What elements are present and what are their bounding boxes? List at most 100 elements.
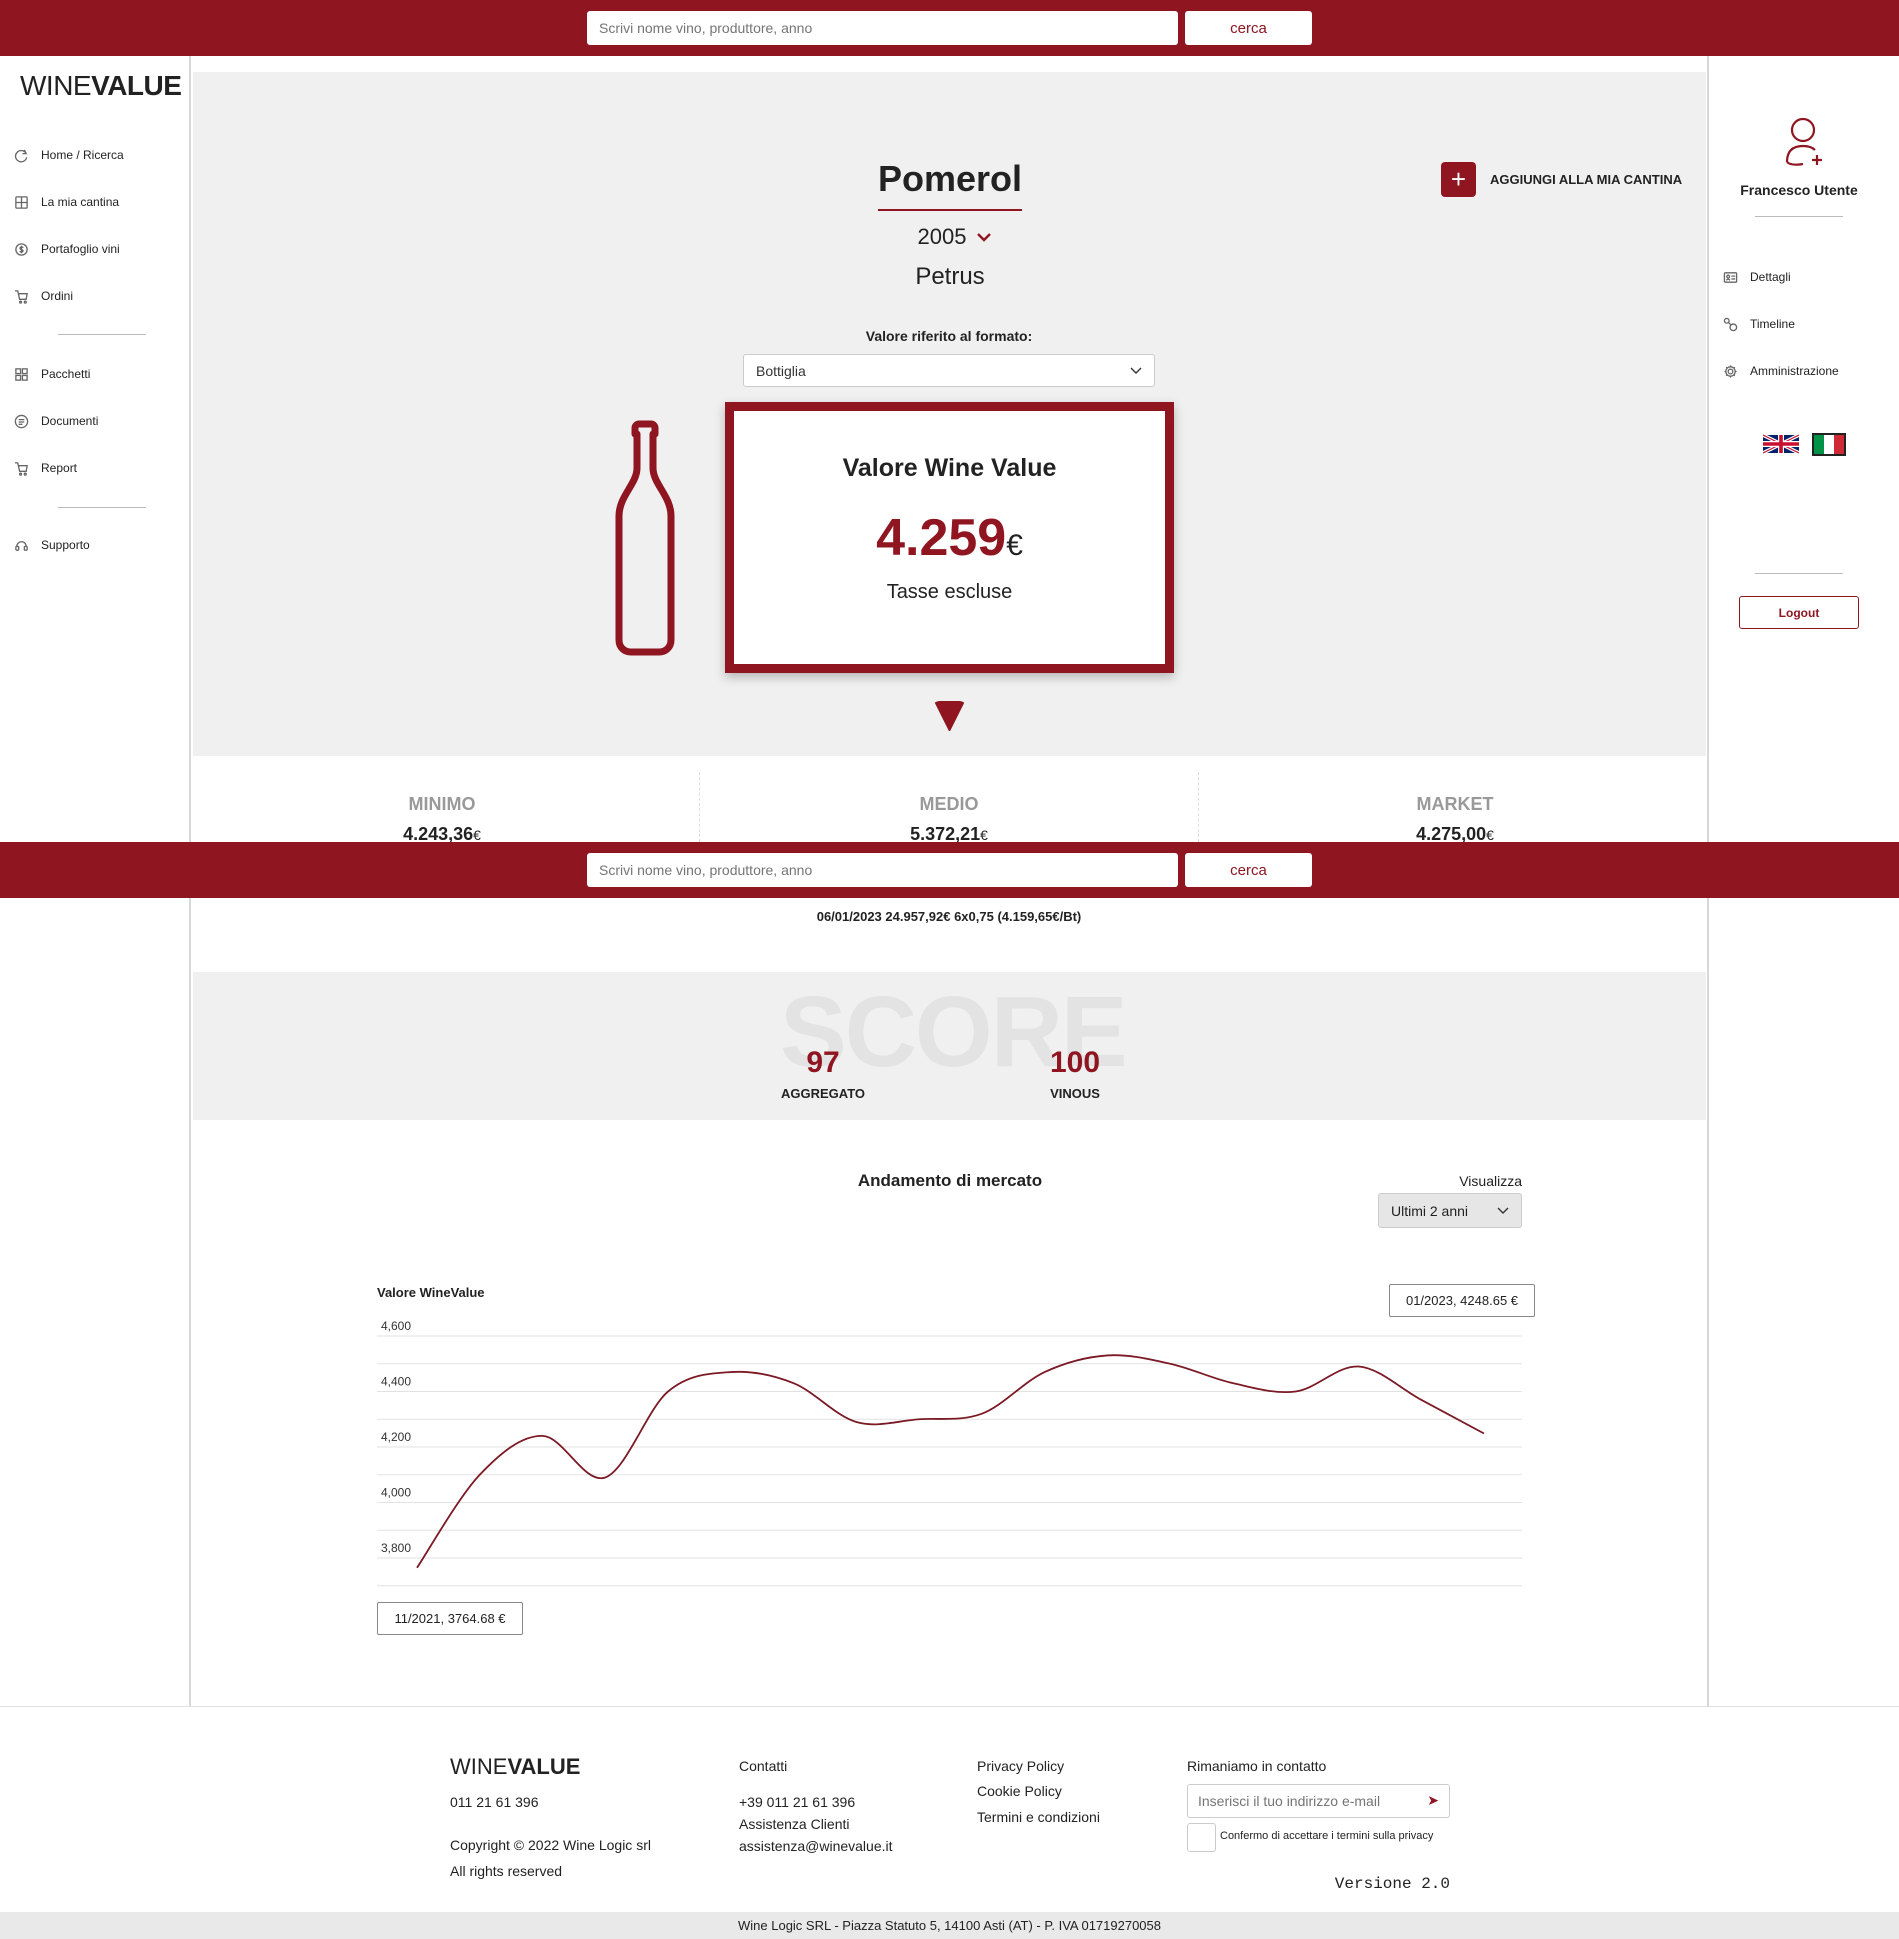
sidebar-item-label: Report: [41, 461, 78, 475]
sidebar-item-label: Documenti: [41, 414, 99, 428]
value-number: 4.259: [876, 509, 1007, 567]
winevalue-logo[interactable]: WINEVALUE: [20, 70, 182, 102]
contacts-service: Assistenza Clienti: [739, 1816, 850, 1832]
score-vinous-value: 100: [1049, 1046, 1101, 1079]
vintage-value: 2005: [917, 224, 967, 249]
user-menu-timeline[interactable]: Timeline: [1723, 314, 1795, 334]
sidebar-item-support[interactable]: Supporto: [14, 535, 90, 555]
privacy-checkbox[interactable]: [1187, 1823, 1216, 1852]
stat-currency: €: [473, 827, 481, 843]
terms-link[interactable]: Termini e condizioni: [977, 1809, 1100, 1825]
sidebar-item-documents[interactable]: Documenti: [14, 411, 98, 431]
logout-divider: [1755, 573, 1843, 574]
contacts-phone[interactable]: +39 011 21 61 396: [739, 1794, 855, 1810]
packages-icon: [15, 367, 28, 381]
report-icon: [14, 461, 28, 476]
user-divider: [1755, 216, 1843, 217]
stat-currency: €: [980, 827, 988, 843]
details-icon: [1723, 271, 1738, 283]
format-label: Valore riferito al formato:: [865, 328, 1033, 344]
timeline-icon: [1723, 317, 1738, 331]
app-version: Versione 2.0: [1334, 1875, 1450, 1893]
sidebar-item-label: La mia cantina: [41, 195, 120, 209]
sidebar-item-home[interactable]: Home / Ricerca: [14, 145, 124, 165]
user-add-icon[interactable]: [1783, 116, 1823, 170]
stat-label-avg: MEDIO: [919, 794, 979, 814]
y-tick-label: 4,400: [381, 1375, 411, 1389]
privacy-policy-link[interactable]: Privacy Policy: [977, 1758, 1064, 1774]
chevron-down-icon: [977, 233, 992, 242]
score-vinous-label: VINOUS: [1050, 1086, 1100, 1101]
sidebar-divider: [58, 507, 146, 508]
stat-number: 4.243,36: [403, 824, 474, 844]
top-search-bar: cerca: [0, 0, 1899, 56]
score-aggregate-label: AGGREGATO: [780, 1086, 866, 1101]
user-menu-label: Amministrazione: [1750, 364, 1839, 378]
contacts-email[interactable]: assistenza@winevalue.it: [739, 1838, 893, 1854]
sidebar-item-packages[interactable]: Pacchetti: [14, 364, 90, 384]
search-button[interactable]: cerca: [1185, 853, 1312, 887]
sidebar-item-cellar[interactable]: La mia cantina: [14, 192, 119, 212]
wine-name: Pomerol: [877, 158, 1023, 199]
footer-copyright: Copyright © 2022 Wine Logic srl: [450, 1837, 651, 1853]
newsletter-email-input[interactable]: [1188, 1785, 1413, 1817]
format-selected: Bottiglia: [756, 362, 806, 379]
user-menu-details[interactable]: Dettagli: [1723, 267, 1791, 287]
market-transaction: 06/01/2023 24.957,92€ 6x0,75 (4.159,65€/…: [816, 909, 1082, 924]
y-tick-label: 4,000: [381, 1486, 411, 1500]
stat-label-min: MINIMO: [408, 794, 476, 814]
vintage-selector[interactable]: 2005: [905, 222, 1005, 252]
logout-button[interactable]: Logout: [1739, 596, 1859, 629]
cookie-policy-link[interactable]: Cookie Policy: [977, 1783, 1062, 1799]
bottle-icon: [615, 420, 675, 656]
period-select[interactable]: Ultimi 2 anni: [1378, 1193, 1522, 1228]
sticky-search-bar: cerca: [0, 842, 1899, 898]
newsletter-field: ➤: [1187, 1784, 1450, 1818]
sidebar-item-label: Supporto: [41, 538, 90, 552]
user-menu-admin[interactable]: Amministrazione: [1723, 361, 1839, 381]
stat-currency: €: [1486, 827, 1494, 843]
y-tick-label: 4,600: [381, 1319, 411, 1333]
search-button[interactable]: cerca: [1185, 11, 1312, 45]
stat-number: 5.372,21: [910, 824, 981, 844]
market-line-chart: 4,600 4,400 4,200 4,000 3,800: [377, 1319, 1522, 1587]
add-to-cellar-label: AGGIUNGI ALLA MIA CANTINA: [1490, 171, 1683, 187]
stat-number: 4.275,00: [1416, 824, 1487, 844]
sidebar-item-report[interactable]: Report: [14, 458, 77, 478]
chevron-down-icon: [1497, 1207, 1509, 1214]
format-select[interactable]: Bottiglia: [743, 354, 1155, 387]
add-to-cellar-button[interactable]: + AGGIUNGI ALLA MIA CANTINA: [1441, 161, 1682, 197]
sidebar-item-portfolio[interactable]: Portafoglio vini: [14, 239, 120, 259]
documents-icon: [14, 414, 29, 428]
value-amount: 4.259€: [734, 508, 1165, 568]
sidebar-item-orders[interactable]: Ordini: [14, 286, 73, 306]
chart-tooltip-minimum: 11/2021, 3764.68 €: [377, 1602, 523, 1635]
footer-logo[interactable]: WINEVALUE: [450, 1754, 580, 1780]
flag-en-icon[interactable]: [1763, 434, 1799, 454]
scroll-down-icon[interactable]: [934, 701, 965, 731]
chevron-down-icon: [1130, 367, 1142, 374]
portfolio-icon: [15, 242, 28, 256]
value-card: Valore Wine Value 4.259€ Tasse escluse: [725, 402, 1174, 673]
user-menu-label: Dettagli: [1750, 270, 1791, 284]
y-tick-label: 3,800: [381, 1541, 411, 1555]
sidebar-item-label: Ordini: [41, 289, 74, 303]
send-arrow-icon[interactable]: ➤: [1427, 1792, 1439, 1809]
admin-gear-icon: [1724, 364, 1737, 378]
chart-title: Valore WineValue: [377, 1285, 485, 1300]
sidebar-item-label: Portafoglio vini: [41, 242, 120, 256]
title-underline: [878, 209, 1022, 211]
sidebar-item-label: Home / Ricerca: [41, 148, 124, 162]
newsletter-title: Rimaniamo in contatto: [1187, 1758, 1327, 1774]
cart-icon: [14, 289, 28, 304]
stat-divider: [699, 772, 700, 842]
search-input[interactable]: [587, 853, 1178, 887]
logo-bold: VALUE: [507, 1754, 581, 1779]
view-label: Visualizza: [1459, 1173, 1522, 1189]
user-menu-label: Timeline: [1750, 317, 1795, 331]
market-title: Andamento di mercato: [857, 1171, 1043, 1190]
logo-bold: VALUE: [91, 70, 182, 101]
search-input[interactable]: [587, 11, 1178, 45]
logout-label: Logout: [1778, 605, 1820, 620]
flag-it-icon[interactable]: [1812, 433, 1846, 456]
